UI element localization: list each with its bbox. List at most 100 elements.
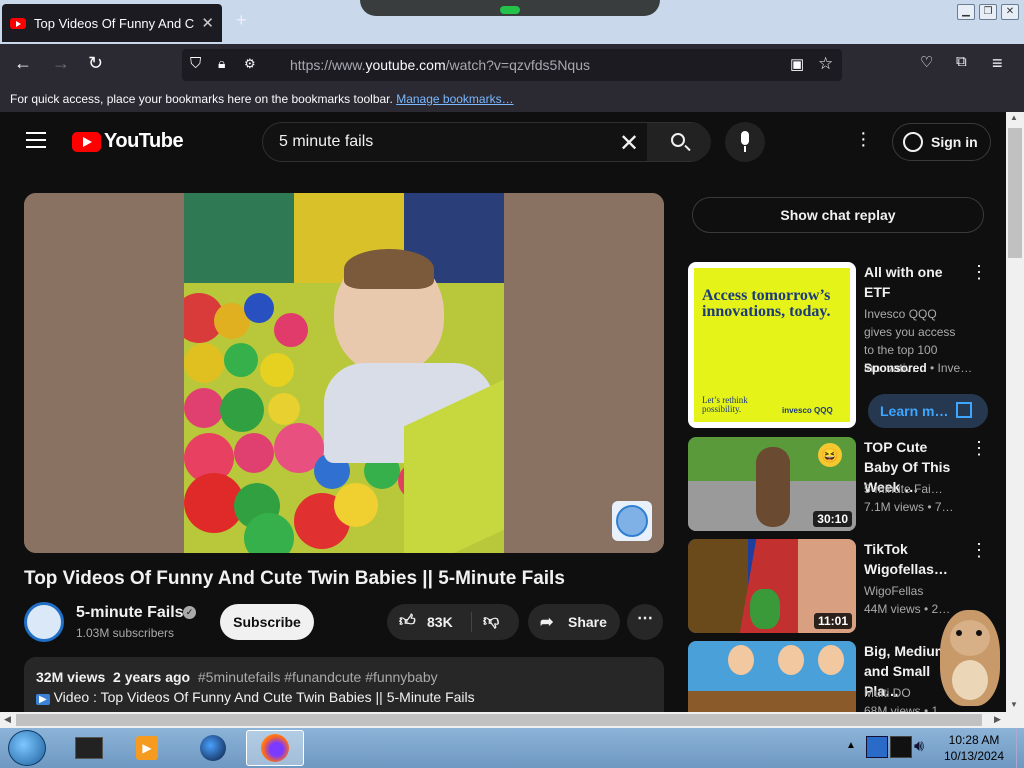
youtube-wordmark: YouTube — [104, 130, 184, 152]
subscribe-button[interactable]: Subscribe — [220, 604, 314, 640]
navigation-bar: ← → ↻ ⛉ 🔒︎ ⚙︎ https://www.youtube.com/wa… — [0, 44, 1024, 86]
ad-advertiser: Inve… — [937, 361, 973, 375]
shield-icon[interactable]: ⛉ — [190, 55, 201, 72]
minimize-button[interactable]: ▁ — [957, 4, 975, 20]
tray-expand-icon[interactable]: ▲ — [846, 740, 856, 751]
bookmarks-hint: For quick access, place your bookmarks h… — [10, 92, 393, 106]
video-frame — [184, 193, 504, 553]
vertical-scroll-thumb[interactable] — [1008, 128, 1022, 258]
show-desktop-button[interactable] — [1016, 728, 1024, 768]
ad-footer: Let’s rethink possibility. — [702, 395, 748, 414]
like-divider — [471, 612, 472, 632]
youtube-favicon-icon — [10, 17, 26, 29]
lock-icon[interactable]: 🔒︎ — [218, 55, 225, 72]
start-button[interactable] — [8, 730, 46, 766]
taskbar-app-globe[interactable] — [184, 730, 242, 766]
description-line: Video : Top Videos Of Funny And Cute Twi… — [53, 689, 475, 705]
related-channel[interactable]: 5-minute Fai… — [864, 480, 974, 498]
tab-close-icon[interactable]: ✕ — [201, 14, 214, 32]
url-path: /watch?v=qzvfds5Nqus — [445, 57, 590, 73]
cactus — [750, 589, 780, 629]
system-clock[interactable]: 10:28 AM 10/13/2024 — [936, 732, 1012, 764]
video-duration: 30:10 — [813, 511, 852, 527]
video-title: Top Videos Of Funny And Cute Twin Babies… — [24, 568, 565, 589]
thumbs-down-icon[interactable]: 👎︎ — [483, 612, 499, 631]
display-icon[interactable] — [890, 736, 912, 758]
taskbar-app-firefox[interactable] — [246, 730, 304, 766]
related-menu-icon[interactable]: ⋮ — [970, 438, 988, 459]
settings-more-icon[interactable]: · · · — [860, 123, 867, 155]
share-label: Share — [568, 614, 607, 630]
channel-watermark-icon[interactable] — [612, 501, 652, 541]
related-thumbnail[interactable] — [688, 641, 856, 712]
scroll-down-icon[interactable]: ▼ — [1010, 700, 1018, 709]
channel-avatar[interactable] — [24, 602, 64, 642]
learn-more-button[interactable]: Learn m… — [868, 394, 988, 428]
permissions-icon[interactable]: ⚙︎ — [244, 56, 256, 72]
volume-icon[interactable]: 🔊︎ — [914, 738, 924, 756]
extensions-icon[interactable]: ⧉ — [956, 53, 967, 70]
tab-strip: Top Videos Of Funny And Cute Twin Babies… — [0, 0, 1024, 44]
related-thumbnail[interactable]: 😆 30:10 — [688, 437, 856, 531]
menu-icon[interactable]: ≡ — [992, 53, 1003, 74]
ad-menu-icon[interactable]: ⋮ — [970, 262, 988, 283]
related-channel[interactable]: WigoFellas — [864, 582, 974, 600]
scroll-up-icon[interactable]: ▲ — [1010, 113, 1018, 122]
chocolate-sticks — [688, 691, 856, 712]
related-thumbnail[interactable]: 11:01 — [688, 539, 856, 633]
webcam-indicator-icon — [500, 6, 520, 14]
reload-icon[interactable]: ↻ — [88, 53, 103, 74]
search-button[interactable] — [647, 123, 711, 161]
ad-title[interactable]: All with one ETF — [864, 262, 964, 302]
horizontal-scroll-thumb[interactable] — [16, 714, 982, 726]
face-left — [688, 539, 748, 633]
forward-icon[interactable]: → — [52, 53, 70, 74]
url-text[interactable]: https://www.youtube.com/watch?v=qzvfds5N… — [290, 57, 590, 73]
show-chat-replay-button[interactable]: Show chat replay — [692, 197, 984, 233]
clear-search-icon[interactable]: ✕ — [619, 129, 639, 158]
voice-search-button[interactable] — [725, 122, 765, 162]
hashtags[interactable]: #5minutefails #funandcute #funnybaby — [198, 669, 438, 685]
manage-bookmarks-link[interactable]: Manage bookmarks… — [396, 92, 513, 106]
like-count[interactable]: 83K — [427, 614, 453, 630]
sign-in-label: Sign in — [931, 134, 978, 150]
browser-tab[interactable]: Top Videos Of Funny And Cute Twin Babies… — [2, 4, 222, 42]
video-player[interactable] — [24, 193, 664, 553]
description-box[interactable]: 32M views 2 years ago #5minutefails #fun… — [24, 657, 664, 712]
network-icon[interactable] — [866, 736, 888, 758]
learn-more-label: Learn m… — [880, 403, 949, 419]
hamburger-menu-icon[interactable] — [26, 132, 46, 153]
bookmarks-toolbar: For quick access, place your bookmarks h… — [0, 86, 1024, 112]
url-bar[interactable]: ⛉ 🔒︎ ⚙︎ https://www.youtube.com/watch?v=… — [182, 49, 842, 81]
scroll-right-icon[interactable]: ▶ — [994, 714, 1001, 725]
related-menu-icon[interactable]: ⋮ — [970, 540, 988, 561]
tab-title: Top Videos Of Funny And Cute Twin Babies… — [34, 15, 195, 31]
account-icon — [903, 132, 923, 152]
ad-thumbnail[interactable]: Access tomorrow’s innovations, today. Le… — [688, 262, 856, 428]
taskbar-app-media[interactable]: ▶ — [118, 730, 176, 766]
related-stats: 7.1M views • 7… — [864, 500, 954, 514]
share-button[interactable]: ➦ Share — [528, 604, 620, 640]
reader-view-icon[interactable]: ▣ — [790, 55, 804, 73]
sign-in-button[interactable]: Sign in — [892, 123, 991, 161]
media-player-icon: ▶ — [136, 736, 158, 760]
more-actions-button[interactable]: ⋯ — [627, 604, 663, 640]
search-input[interactable]: 5 minute fails — [279, 133, 373, 151]
url-prefix: https://www. — [290, 57, 366, 73]
related-title[interactable]: TikTok Wigofellas… — [864, 539, 964, 579]
youtube-page: YouTube 5 minute fails ✕ · · · Sign in T… — [0, 112, 1006, 712]
close-window-button[interactable]: ✕ — [1001, 4, 1019, 20]
video-left-blur — [24, 193, 184, 553]
pocket-icon[interactable]: ♡ — [920, 53, 933, 71]
taskbar-app-terminal[interactable] — [60, 730, 118, 766]
hamster-desktop-pet[interactable] — [930, 600, 1010, 710]
upload-age: 2 years ago — [113, 669, 191, 685]
restore-button[interactable]: ❐ — [979, 4, 997, 20]
bookmark-star-icon[interactable]: ☆ — [818, 54, 833, 74]
youtube-logo[interactable]: YouTube — [72, 130, 184, 153]
new-tab-button[interactable]: + — [236, 10, 247, 31]
channel-name[interactable]: 5-minute Fails — [76, 604, 184, 622]
back-icon[interactable]: ← — [14, 53, 32, 74]
thumbs-up-icon[interactable]: 👍︎ — [399, 612, 416, 631]
scroll-left-icon[interactable]: ◀ — [4, 714, 11, 725]
